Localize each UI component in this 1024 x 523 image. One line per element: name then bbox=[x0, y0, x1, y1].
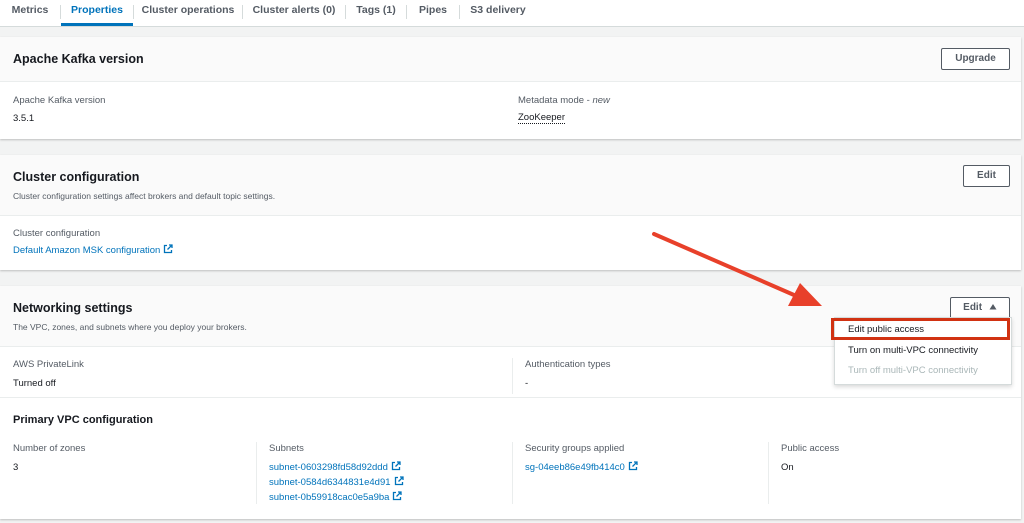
panel-description: Cluster configuration settings affect br… bbox=[13, 191, 276, 201]
subnet-link-text[interactable]: subnet-0603298fd58d92ddd bbox=[269, 462, 388, 473]
cluster-config-label: Cluster configuration bbox=[13, 228, 101, 239]
auth-types-value: - bbox=[525, 378, 529, 389]
kafka-version-panel: Apache Kafka version Upgrade Apache Kafk… bbox=[0, 37, 1021, 139]
subnet-link[interactable]: subnet-0b59918cac0e5a9ba bbox=[269, 491, 403, 503]
panel-description: The VPC, zones, and subnets where you de… bbox=[13, 322, 247, 332]
highlight-box bbox=[831, 318, 1010, 340]
tab-cluster-operations[interactable]: Cluster operations bbox=[134, 0, 242, 26]
external-link-icon bbox=[164, 244, 173, 254]
panel-header: Cluster configuration Cluster configurat… bbox=[0, 155, 1021, 216]
external-link-icon bbox=[628, 461, 638, 471]
tab-pipes[interactable]: Pipes bbox=[407, 0, 459, 26]
column-divider bbox=[768, 442, 769, 504]
external-link-icon bbox=[394, 476, 404, 486]
zones-value: 3 bbox=[13, 462, 19, 473]
tab-tags[interactable]: Tags (1) bbox=[346, 0, 406, 26]
subnet-link-text[interactable]: subnet-0b59918cac0e5a9ba bbox=[269, 492, 389, 503]
privatelink-value: Turned off bbox=[13, 378, 56, 389]
kafka-version-value: 3.5.1 bbox=[13, 113, 35, 124]
external-link-icon bbox=[391, 461, 401, 471]
zones-label: Number of zones bbox=[13, 443, 86, 454]
panel-title: Networking settings bbox=[13, 301, 133, 315]
primary-vpc-title: Primary VPC configuration bbox=[13, 414, 153, 426]
security-group-link[interactable]: sg-04eeb86e49fb414c0 bbox=[525, 461, 638, 473]
panel-header: Apache Kafka version Upgrade bbox=[0, 37, 1021, 82]
metadata-mode-value: ZooKeeper bbox=[518, 112, 566, 124]
tab-cluster-alerts[interactable]: Cluster alerts (0) bbox=[243, 0, 345, 26]
panel-title: Apache Kafka version bbox=[13, 52, 144, 66]
subnet-link[interactable]: subnet-0584d6344831e4d91 bbox=[269, 476, 404, 488]
menu-item-turn-off-multi-vpc: Turn off multi-VPC connectivity bbox=[848, 365, 978, 376]
metadata-mode-label: Metadata mode - new bbox=[518, 95, 610, 106]
metadata-mode-new: new bbox=[592, 95, 610, 106]
caret-up-icon bbox=[989, 304, 997, 310]
metadata-mode-text: Metadata mode bbox=[518, 95, 585, 106]
security-group-link-text[interactable]: sg-04eeb86e49fb414c0 bbox=[525, 462, 625, 473]
subnets-label: Subnets bbox=[269, 443, 304, 454]
security-groups-label: Security groups applied bbox=[525, 443, 625, 454]
upgrade-button[interactable]: Upgrade bbox=[941, 48, 1010, 70]
column-divider bbox=[512, 442, 513, 504]
subnet-link-text[interactable]: subnet-0584d6344831e4d91 bbox=[269, 477, 391, 488]
tab-bar: Metrics Properties Cluster operations Cl… bbox=[0, 0, 1024, 27]
tab-metrics[interactable]: Metrics bbox=[0, 0, 60, 26]
zookeeper-text: ZooKeeper bbox=[518, 112, 566, 124]
tab-s3-delivery[interactable]: S3 delivery bbox=[460, 0, 536, 26]
privatelink-label: AWS PrivateLink bbox=[13, 359, 84, 370]
networking-edit-button[interactable]: Edit bbox=[950, 297, 1010, 319]
section-divider bbox=[0, 397, 1021, 398]
cluster-config-edit-button[interactable]: Edit bbox=[963, 165, 1010, 187]
panel-title: Cluster configuration bbox=[13, 170, 140, 184]
public-access-label: Public access bbox=[781, 443, 840, 454]
subnet-link[interactable]: subnet-0603298fd58d92ddd bbox=[269, 461, 401, 473]
menu-item-turn-on-multi-vpc[interactable]: Turn on multi-VPC connectivity bbox=[848, 345, 978, 356]
default-config-link[interactable]: Default Amazon MSK configuration bbox=[13, 244, 173, 256]
external-link-icon bbox=[393, 491, 403, 501]
networking-edit-label[interactable]: Edit bbox=[963, 302, 982, 313]
auth-types-label: Authentication types bbox=[525, 359, 611, 370]
default-config-link-text[interactable]: Default Amazon MSK configuration bbox=[13, 245, 160, 256]
cluster-configuration-panel: Cluster configuration Cluster configurat… bbox=[0, 155, 1021, 270]
column-divider bbox=[512, 358, 513, 394]
column-divider bbox=[256, 442, 257, 504]
tab-properties[interactable]: Properties bbox=[61, 0, 133, 26]
public-access-value: On bbox=[781, 462, 794, 473]
kafka-version-label: Apache Kafka version bbox=[13, 95, 106, 106]
